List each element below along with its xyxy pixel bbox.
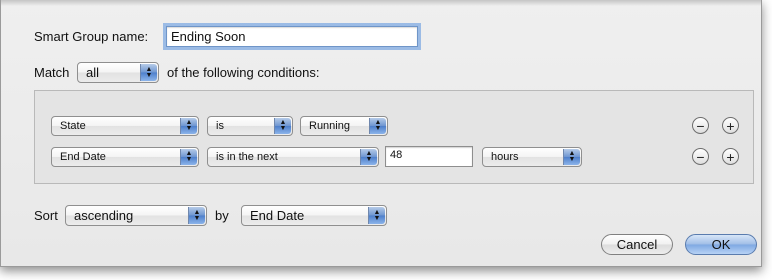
condition-1-operator-popup[interactable]: is ▲ ▼ [207, 116, 293, 136]
condition-2-unit-popup[interactable]: hours ▲ ▼ [482, 147, 582, 167]
condition-2-unit-value: hours [491, 151, 519, 163]
minus-icon: − [696, 117, 705, 134]
smart-group-name-label: Smart Group name: [34, 29, 149, 44]
updown-arrows-icon: ▲ ▼ [369, 118, 386, 134]
conditions-box [34, 90, 754, 184]
updown-arrows-icon: ▲ ▼ [360, 149, 377, 165]
updown-arrows-icon: ▲ ▼ [180, 118, 197, 134]
sort-by-value: End Date [250, 208, 305, 223]
condition-2-add-button[interactable]: + [722, 148, 739, 165]
condition-2-operator-value: is in the next [216, 151, 278, 163]
sort-label: Sort [34, 208, 58, 223]
updown-arrows-icon: ▲ ▼ [274, 118, 291, 134]
condition-1-add-button[interactable]: + [722, 117, 739, 134]
smart-group-name-input[interactable]: Ending Soon [166, 26, 418, 47]
condition-2-value-input[interactable]: 48 [385, 146, 473, 167]
sort-order-value: ascending [74, 208, 134, 223]
plus-icon: + [726, 117, 735, 134]
condition-2-operator-popup[interactable]: is in the next ▲ ▼ [207, 147, 379, 167]
smart-group-sheet: Smart Group name: Ending Soon Match all … [0, 0, 762, 267]
ok-button-label: OK [711, 237, 731, 252]
updown-arrows-icon: ▲ ▼ [180, 149, 197, 165]
condition-2-field-popup[interactable]: End Date ▲ ▼ [51, 147, 199, 167]
sort-by-popup[interactable]: End Date ▲ ▼ [241, 205, 387, 226]
condition-1-value: Running [309, 120, 350, 132]
cancel-button-label: Cancel [616, 237, 658, 252]
updown-arrows-icon: ▲ ▼ [368, 207, 385, 224]
match-popup-value: all [86, 65, 100, 80]
match-label: Match [34, 65, 70, 80]
condition-1-field-value: State [60, 120, 86, 132]
cancel-button[interactable]: Cancel [601, 234, 673, 255]
condition-1-value-popup[interactable]: Running ▲ ▼ [300, 116, 388, 136]
condition-1-field-popup[interactable]: State ▲ ▼ [51, 116, 199, 136]
minus-icon: − [696, 148, 705, 165]
condition-1-operator-value: is [216, 120, 224, 132]
condition-1-remove-button[interactable]: − [692, 117, 709, 134]
updown-arrows-icon: ▲ ▼ [188, 207, 205, 224]
sort-by-label: by [215, 208, 229, 223]
condition-2-remove-button[interactable]: − [692, 148, 709, 165]
plus-icon: + [726, 148, 735, 165]
ok-button[interactable]: OK [685, 234, 757, 255]
match-popup[interactable]: all ▲ ▼ [77, 62, 159, 83]
sort-order-popup[interactable]: ascending ▲ ▼ [65, 205, 207, 226]
updown-arrows-icon: ▲ ▼ [563, 149, 580, 165]
condition-2-field-value: End Date [60, 151, 106, 163]
updown-arrows-icon: ▲ ▼ [140, 64, 157, 81]
match-suffix-label: of the following conditions: [167, 65, 320, 80]
